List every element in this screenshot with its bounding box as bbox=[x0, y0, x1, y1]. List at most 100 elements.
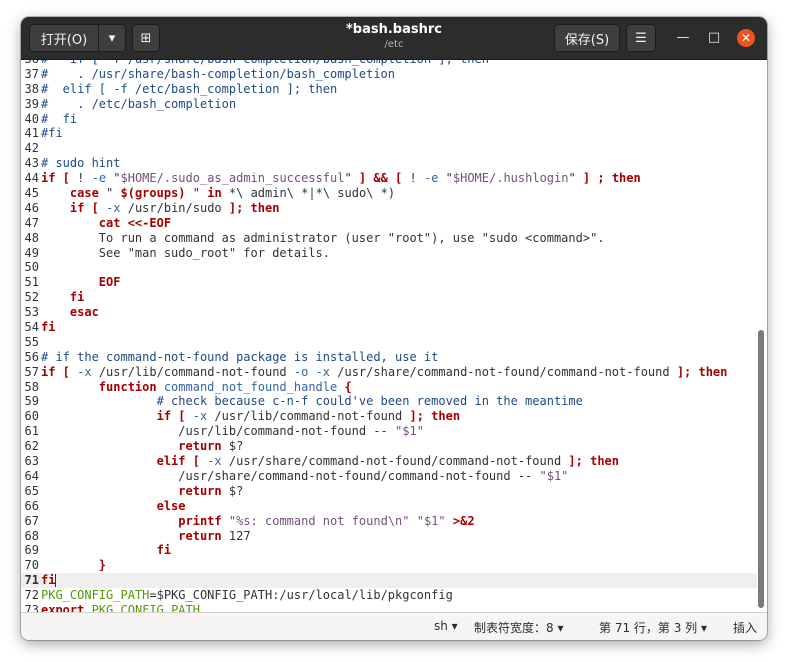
code-token: EOF bbox=[98, 275, 121, 290]
text-cursor bbox=[55, 574, 57, 588]
code-token: =$PKG_CONFIG_PATH:/usr/local/lib/pkgconf… bbox=[149, 588, 453, 603]
code-token: $(groups) bbox=[120, 186, 186, 201]
line-number: 46 bbox=[24, 200, 39, 215]
hamburger-menu-button[interactable]: ☰ bbox=[626, 24, 656, 52]
open-dropdown-button[interactable]: ▾ bbox=[98, 24, 126, 52]
line-number: 71 bbox=[24, 573, 39, 588]
code-token: -x bbox=[207, 454, 222, 469]
tab-width-selector[interactable]: 制表符宽度：8 ▾ bbox=[474, 619, 563, 636]
code-line[interactable]: 67 printf "%s: command not found\n" "$1"… bbox=[21, 514, 757, 529]
code-token: if [ bbox=[156, 409, 186, 424]
code-line[interactable]: 38 # elif [ -f /etc/bash_completion ]; th… bbox=[21, 82, 757, 97]
code-line[interactable]: 62 return $? bbox=[21, 439, 757, 454]
code-token: " bbox=[185, 186, 208, 201]
vertical-scrollbar[interactable] bbox=[756, 60, 764, 612]
code-line[interactable]: 54 fi bbox=[21, 320, 757, 335]
new-tab-button[interactable]: ⊞ bbox=[132, 24, 160, 52]
code-line[interactable]: 51 EOF bbox=[21, 275, 757, 290]
code-line[interactable]: 64 /usr/share/command-not-found/command-… bbox=[21, 469, 757, 484]
cursor-position-selector[interactable]: 第 71 行，第 3 列 ▾ bbox=[599, 619, 707, 636]
code-line[interactable]: 46 if [ -x /usr/bin/sudo ]; then bbox=[21, 201, 757, 216]
code-line[interactable]: 68 return 127 bbox=[21, 529, 757, 544]
line-code: PKG_CONFIG_PATH=$PKG_CONFIG_PATH:/usr/lo… bbox=[41, 588, 453, 602]
maximize-button[interactable]: □ bbox=[705, 29, 723, 47]
code-line[interactable]: 60 if [ -x /usr/lib/command-not-found ];… bbox=[21, 409, 757, 424]
line-code: To run a command as administrator (user … bbox=[41, 231, 605, 245]
code-line[interactable]: 44 if [ ! -e "$HOME/.sudo_as_admin_succes… bbox=[21, 171, 757, 186]
code-token: $? bbox=[221, 439, 244, 454]
code-line[interactable]: 61 /usr/lib/command-not-found -- "$1" bbox=[21, 424, 757, 439]
code-line[interactable]: 56 # if the command-not-found package is … bbox=[21, 350, 757, 365]
code-line[interactable]: 70 } bbox=[21, 558, 757, 573]
language-selector[interactable]: sh ▾ bbox=[434, 619, 458, 633]
code-token: if [ bbox=[41, 171, 70, 186]
text-editor[interactable]: 36# if [ -f /usr/share/bash-completion/b… bbox=[21, 60, 767, 612]
line-number: 52 bbox=[24, 290, 39, 305]
code-line[interactable]: 42 bbox=[21, 141, 757, 156]
code-line[interactable]: 43 # sudo hint bbox=[21, 156, 757, 171]
code-line[interactable]: 53 esac bbox=[21, 305, 757, 320]
open-button[interactable]: 打开(O) bbox=[29, 24, 99, 52]
code-line[interactable]: 52 fi bbox=[21, 290, 757, 305]
code-token: " bbox=[568, 171, 583, 186]
gedit-window: 打开(O) ▾ ⊞ *bash.bashrc /etc 保存(S) ☰ — □ … bbox=[21, 17, 767, 640]
code-line[interactable]: 49 See "man sudo_root" for details. bbox=[21, 246, 757, 261]
line-number: 67 bbox=[24, 513, 39, 528]
line-code: esac bbox=[41, 305, 99, 319]
code-line[interactable]: 63 elif [ -x /usr/share/command-not-foun… bbox=[21, 454, 757, 469]
code-line[interactable]: 58 function command_not_found_handle { bbox=[21, 380, 757, 395]
code-line[interactable]: 55 bbox=[21, 335, 757, 350]
scrollbar-thumb[interactable] bbox=[758, 330, 764, 608]
code-line[interactable]: 37 # . /usr/share/bash-completion/bash_co… bbox=[21, 67, 757, 82]
code-token: 127 bbox=[221, 528, 251, 543]
hamburger-menu-icon: ☰ bbox=[635, 30, 647, 46]
code-line[interactable]: 59 # check because c-n-f could've been r… bbox=[21, 394, 757, 409]
code-token: # if the command-not-found package is in… bbox=[41, 349, 439, 364]
code-line[interactable]: 41 #fi bbox=[21, 126, 757, 141]
code-line[interactable]: 40 # fi bbox=[21, 112, 757, 127]
code-token: fi bbox=[41, 320, 56, 335]
code-line[interactable]: 71 fi bbox=[21, 573, 757, 589]
minimize-button[interactable]: — bbox=[674, 29, 692, 47]
line-code: See "man sudo_root" for details. bbox=[41, 246, 330, 260]
line-code: } bbox=[41, 558, 106, 572]
status-bar: sh ▾ 制表符宽度：8 ▾ 第 71 行，第 3 列 ▾ 插入 bbox=[21, 612, 767, 640]
code-line[interactable]: 47 cat <<-EOF bbox=[21, 216, 757, 231]
code-line[interactable]: 57 if [ -x /usr/lib/command-not-found -o … bbox=[21, 365, 757, 380]
code-token: in bbox=[207, 186, 222, 201]
line-number: 69 bbox=[24, 543, 39, 558]
code-token: case bbox=[69, 186, 99, 201]
code-token: ]; then bbox=[676, 364, 728, 379]
code-token: ! bbox=[69, 171, 92, 186]
code-line[interactable]: 48 To run a command as administrator (us… bbox=[21, 231, 757, 246]
line-code: fi bbox=[41, 320, 55, 334]
line-code: # . /etc/bash_completion bbox=[41, 97, 236, 111]
line-code: fi bbox=[41, 573, 57, 588]
code-token: >&2 bbox=[452, 513, 475, 528]
code-line[interactable]: 39 # . /etc/bash_completion bbox=[21, 97, 757, 112]
line-number: 70 bbox=[24, 558, 39, 573]
line-number: 58 bbox=[24, 379, 39, 394]
code-line[interactable]: 50 bbox=[21, 260, 757, 275]
code-line[interactable]: 65 return $? bbox=[21, 484, 757, 499]
close-button[interactable]: ✕ bbox=[737, 29, 755, 47]
code-line[interactable]: 69 fi bbox=[21, 543, 757, 558]
code-line[interactable]: 45 case " $(groups) " in *\ admin\ *|*\ … bbox=[21, 186, 757, 201]
code-token: ]; then bbox=[568, 454, 619, 469]
code-token: ]; then bbox=[409, 409, 461, 424]
line-code: elif [ -x /usr/share/command-not-found/c… bbox=[41, 454, 619, 468]
code-line[interactable]: 73 export PKG_CONFIG_PATH bbox=[21, 603, 757, 612]
code-line[interactable]: 36# if [ -f /usr/share/bash-completion/b… bbox=[21, 60, 757, 67]
code-line[interactable]: 72 PKG_CONFIG_PATH=$PKG_CONFIG_PATH:/usr/… bbox=[21, 588, 757, 603]
code-line[interactable]: 66 else bbox=[21, 499, 757, 514]
code-token: # check because c-n-f could've been remo… bbox=[156, 394, 583, 409]
code-token: elif [ bbox=[156, 454, 200, 469]
save-button[interactable]: 保存(S) bbox=[554, 24, 620, 52]
code-token: "$1" bbox=[395, 424, 424, 439]
line-number: 51 bbox=[24, 275, 39, 290]
